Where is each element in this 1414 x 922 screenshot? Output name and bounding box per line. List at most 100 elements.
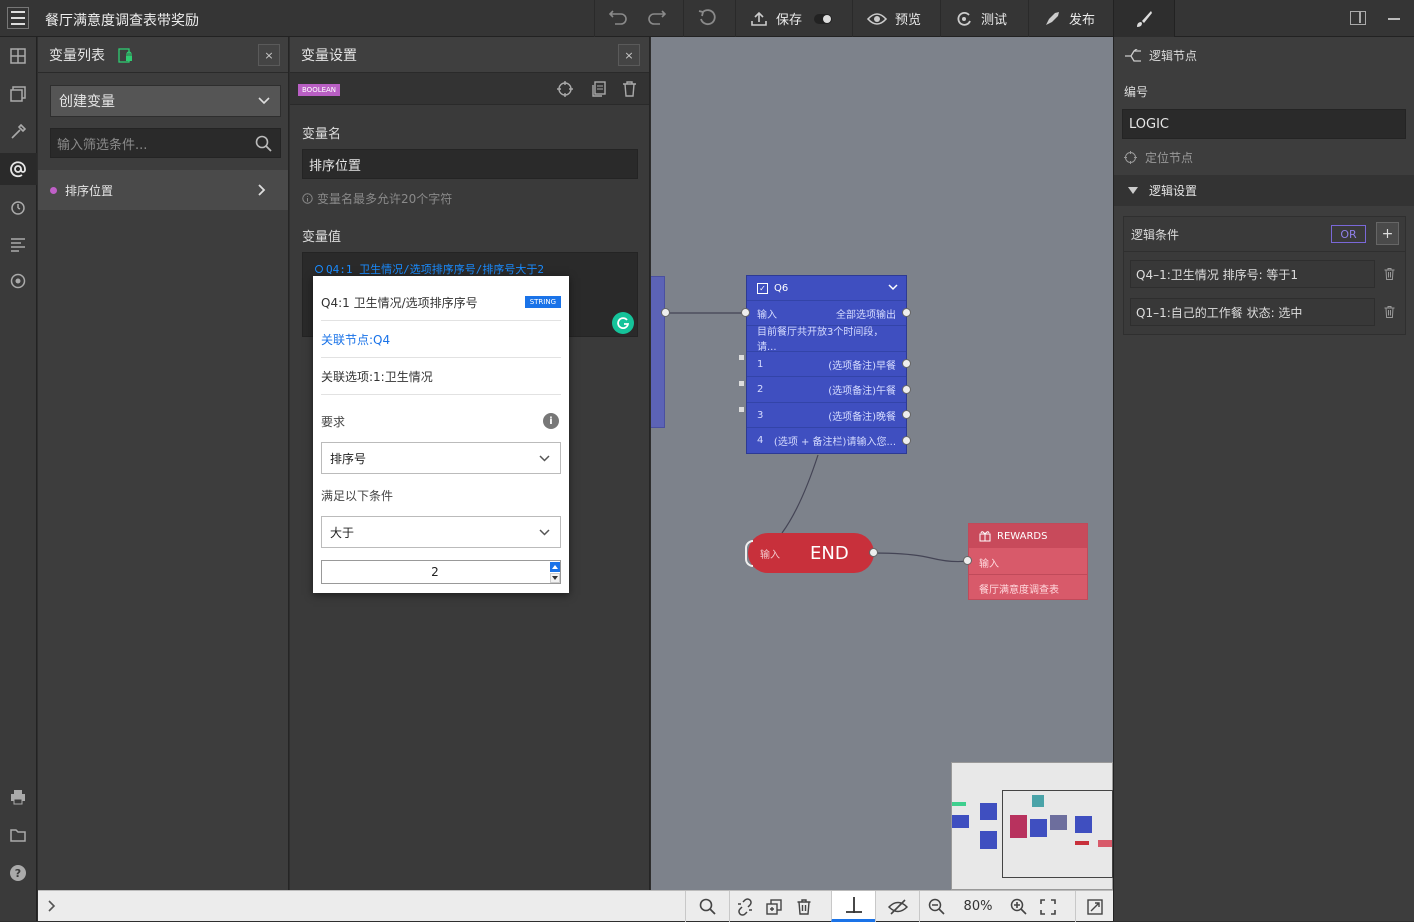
grid-icon[interactable] — [7, 45, 29, 67]
q6-node[interactable]: ✓ Q6 输入 全部选项输出 目前餐厅共开放3个时间段，请... 1 (选项备注)早… — [746, 275, 907, 454]
end-output-port[interactable] — [869, 548, 878, 557]
add-condition-button[interactable]: + — [1376, 222, 1399, 245]
variable-value-expression[interactable]: Q4:1 卫生情况/选项排序序号/排序号大于2 — [315, 261, 544, 277]
variable-settings-header: 变量设置 — [290, 37, 649, 73]
pages-icon[interactable] — [7, 83, 29, 105]
q6-option-port[interactable] — [902, 410, 911, 419]
save-button[interactable]: 保存 — [736, 0, 846, 37]
q6-node-header[interactable]: ✓ Q6 — [747, 276, 906, 300]
variable-filter-input[interactable]: 输入筛选条件... — [50, 128, 281, 158]
q6-option-row[interactable]: 3 (选项备注)晚餐 — [747, 402, 906, 427]
locate-node-button[interactable]: 定位节点 — [1124, 149, 1193, 166]
canvas-search-button[interactable] — [685, 891, 729, 922]
expand-icon — [1086, 898, 1103, 915]
fullscreen-button[interactable] — [1075, 891, 1113, 922]
rewards-input-port[interactable] — [963, 556, 972, 565]
q6-option-text: (选项备注)早餐 — [828, 360, 896, 372]
delete-button[interactable] — [789, 891, 819, 922]
unlink-button[interactable] — [729, 891, 759, 922]
fit-screen-icon — [1040, 898, 1056, 915]
zoom-out-icon — [928, 898, 945, 915]
variable-settings-close-button[interactable]: × — [618, 44, 640, 66]
q6-description: 目前餐厅共开放3个时间段，请... — [747, 325, 906, 353]
logic-settings-section[interactable]: 逻辑设置 — [1114, 175, 1414, 206]
q6-input-port[interactable] — [741, 308, 750, 317]
q6-option-row[interactable]: 4 (选项 + 备注栏)请输入您... — [747, 427, 906, 452]
undo-icon[interactable] — [609, 10, 629, 26]
fit-screen-button[interactable] — [1033, 891, 1063, 922]
q6-option-port[interactable] — [902, 436, 911, 445]
expression-node-icon — [315, 265, 323, 273]
eyedropper-icon[interactable] — [7, 121, 29, 143]
test-button[interactable]: 测试 — [940, 0, 1021, 37]
trash-icon[interactable] — [1384, 268, 1395, 280]
folder-icon[interactable] — [7, 824, 29, 846]
stepper-down-icon[interactable] — [550, 573, 560, 583]
revert-icon[interactable] — [698, 9, 718, 27]
end-input-port[interactable] — [745, 540, 753, 567]
grammarly-icon[interactable] — [612, 312, 634, 334]
variable-list-close-button[interactable]: × — [258, 44, 280, 66]
q6-option-row[interactable]: 1 (选项备注)早餐 — [747, 351, 906, 376]
variable-at-icon[interactable] — [7, 158, 29, 180]
q6-option-port[interactable] — [902, 385, 911, 394]
upload-icon — [750, 11, 768, 27]
condition-item[interactable]: Q1–1:自己的工作餐 状态: 选中 — [1130, 298, 1375, 326]
split-view-icon[interactable] — [1350, 11, 1366, 25]
test-icon — [955, 10, 973, 28]
rewards-node[interactable]: REWARDS 输入 餐厅满意度调查表 — [968, 523, 1088, 600]
rewards-node-header[interactable]: REWARDS — [969, 524, 1087, 548]
menu-icon[interactable] — [7, 7, 29, 29]
rewards-description: 餐厅满意度调查表 — [979, 585, 1059, 596]
q6-option-num: 1 — [757, 358, 764, 370]
align-tool-button[interactable] — [831, 891, 875, 922]
list-align-icon[interactable] — [7, 233, 29, 255]
expand-chevron-icon[interactable] — [48, 900, 56, 912]
partial-question-node[interactable] — [651, 276, 665, 428]
q6-output-port[interactable] — [902, 308, 911, 317]
variable-value-expression-text: Q4:1 卫生情况/选项排序序号/排序号大于2 — [326, 263, 544, 276]
variable-name-value: 排序位置 — [309, 158, 362, 174]
popup-node-link[interactable]: 关联节点:Q4 — [321, 321, 561, 358]
redo-icon[interactable] — [646, 10, 666, 26]
publish-button[interactable]: 发布 — [1028, 0, 1109, 37]
end-node[interactable]: 输入 END — [748, 533, 874, 573]
zoom-out-button[interactable] — [919, 891, 953, 922]
timer-icon[interactable] — [7, 196, 29, 218]
chevron-right-icon — [258, 184, 266, 196]
hide-button[interactable] — [875, 891, 919, 922]
variable-list-panel: 变量列表 × 创建变量 输入筛选条件... 排序位置 — [38, 37, 289, 890]
duplicate-button[interactable] — [759, 891, 789, 922]
variable-lock-icon[interactable] — [117, 47, 133, 63]
partial-node-output-port[interactable] — [661, 308, 670, 317]
zoom-in-button[interactable] — [1003, 891, 1033, 922]
variable-list-item[interactable]: 排序位置 — [38, 170, 288, 210]
autosave-toggle[interactable] — [814, 13, 833, 24]
palette-icon[interactable] — [7, 270, 29, 292]
chevron-down-icon[interactable] — [888, 284, 898, 291]
preview-button[interactable]: 预览 — [852, 0, 935, 37]
style-brush-tab[interactable] — [1113, 0, 1175, 37]
info-icon[interactable]: i — [543, 413, 559, 429]
minimize-icon[interactable] — [1388, 18, 1400, 20]
minimap[interactable] — [951, 762, 1113, 890]
condition-item[interactable]: Q4–1:卫生情况 排序号: 等于1 — [1130, 260, 1375, 288]
create-variable-dropdown[interactable]: 创建变量 — [50, 85, 281, 117]
trash-icon[interactable] — [622, 81, 637, 97]
node-id-input[interactable]: LOGIC — [1122, 109, 1406, 139]
popup-number-input[interactable]: 2 — [321, 560, 561, 584]
copy-icon[interactable] — [591, 81, 607, 97]
flow-canvas[interactable]: ✓ Q6 输入 全部选项输出 目前餐厅共开放3个时间段，请... 1 (选项备注)早… — [651, 37, 1113, 890]
trash-icon[interactable] — [1384, 306, 1395, 318]
q6-option-port[interactable] — [902, 359, 911, 368]
search-icon[interactable] — [255, 135, 272, 152]
help-icon[interactable]: ? — [7, 862, 29, 884]
variable-name-input[interactable]: 排序位置 — [302, 149, 638, 179]
q6-option-row[interactable]: 2 (选项备注)午餐 — [747, 376, 906, 401]
print-icon[interactable] — [7, 786, 29, 808]
locate-icon[interactable] — [557, 81, 573, 97]
popup-condition-select[interactable]: 大于 — [321, 516, 561, 548]
stepper-up-icon[interactable] — [550, 562, 560, 572]
popup-require-select[interactable]: 排序号 — [321, 442, 561, 474]
or-toggle-button[interactable]: OR — [1331, 225, 1366, 243]
